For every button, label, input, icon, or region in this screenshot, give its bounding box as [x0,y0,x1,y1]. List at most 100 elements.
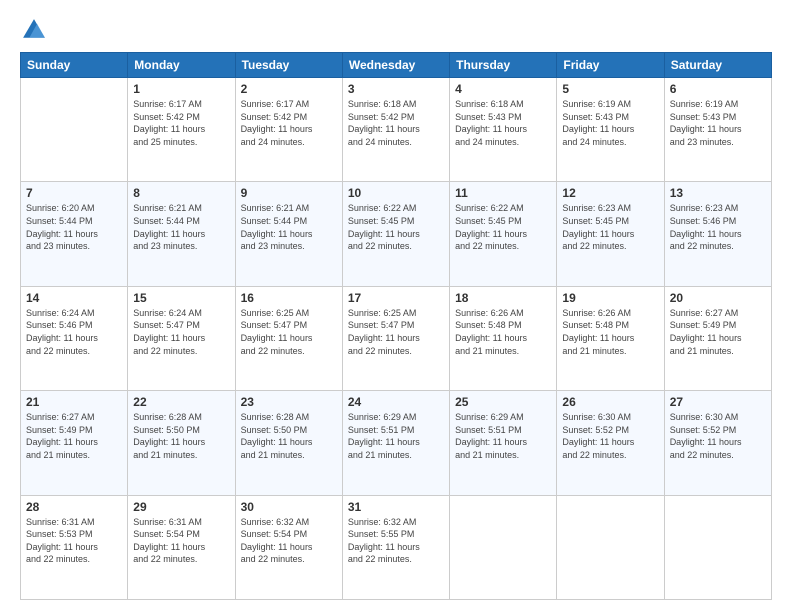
day-cell: 3 Sunrise: 6:18 AM Sunset: 5:42 PM Daylig… [342,78,449,182]
day-info: Sunrise: 6:28 AM Sunset: 5:50 PM Dayligh… [133,411,229,461]
weekday-sunday: Sunday [21,53,128,78]
day-cell [664,495,771,599]
day-info: Sunrise: 6:25 AM Sunset: 5:47 PM Dayligh… [348,307,444,357]
day-number: 29 [133,500,229,514]
day-number: 6 [670,82,766,96]
day-info: Sunrise: 6:22 AM Sunset: 5:45 PM Dayligh… [348,202,444,252]
day-info: Sunrise: 6:32 AM Sunset: 5:54 PM Dayligh… [241,516,337,566]
day-number: 19 [562,291,658,305]
day-number: 24 [348,395,444,409]
header [20,16,772,44]
day-cell: 17Sunrise: 6:25 AM Sunset: 5:47 PM Dayli… [342,286,449,390]
day-info: Sunrise: 6:17 AM Sunset: 5:42 PM Dayligh… [241,98,337,148]
day-cell: 1 Sunrise: 6:17 AM Sunset: 5:42 PM Daylig… [128,78,235,182]
day-info: Sunrise: 6:23 AM Sunset: 5:46 PM Dayligh… [670,202,766,252]
day-cell: 26 Sunrise: 6:30 AM Sunset: 5:52 PM Dayli… [557,391,664,495]
day-info: Sunrise: 6:21 AM Sunset: 5:44 PM Dayligh… [133,202,229,252]
week-row-2: 14Sunrise: 6:24 AM Sunset: 5:46 PM Dayli… [21,286,772,390]
day-cell: 20 Sunrise: 6:27 AM Sunset: 5:49 PM Dayli… [664,286,771,390]
week-row-4: 28 Sunrise: 6:31 AM Sunset: 5:53 PM Dayli… [21,495,772,599]
weekday-wednesday: Wednesday [342,53,449,78]
day-info: Sunrise: 6:23 AM Sunset: 5:45 PM Dayligh… [562,202,658,252]
day-info: Sunrise: 6:32 AM Sunset: 5:55 PM Dayligh… [348,516,444,566]
logo [20,16,52,44]
day-number: 20 [670,291,766,305]
day-info: Sunrise: 6:24 AM Sunset: 5:47 PM Dayligh… [133,307,229,357]
day-number: 13 [670,186,766,200]
day-cell: 18 Sunrise: 6:26 AM Sunset: 5:48 PM Dayli… [450,286,557,390]
day-number: 22 [133,395,229,409]
day-number: 8 [133,186,229,200]
day-info: Sunrise: 6:21 AM Sunset: 5:44 PM Dayligh… [241,202,337,252]
day-cell: 13 Sunrise: 6:23 AM Sunset: 5:46 PM Dayli… [664,182,771,286]
calendar-table: SundayMondayTuesdayWednesdayThursdayFrid… [20,52,772,600]
day-number: 16 [241,291,337,305]
day-cell: 7Sunrise: 6:20 AM Sunset: 5:44 PM Daylig… [21,182,128,286]
day-cell: 27 Sunrise: 6:30 AM Sunset: 5:52 PM Dayli… [664,391,771,495]
day-cell [557,495,664,599]
day-number: 2 [241,82,337,96]
day-cell: 25 Sunrise: 6:29 AM Sunset: 5:51 PM Dayli… [450,391,557,495]
day-cell: 22 Sunrise: 6:28 AM Sunset: 5:50 PM Dayli… [128,391,235,495]
weekday-saturday: Saturday [664,53,771,78]
day-cell: 23Sunrise: 6:28 AM Sunset: 5:50 PM Dayli… [235,391,342,495]
day-number: 25 [455,395,551,409]
day-cell: 16 Sunrise: 6:25 AM Sunset: 5:47 PM Dayli… [235,286,342,390]
day-cell: 15 Sunrise: 6:24 AM Sunset: 5:47 PM Dayli… [128,286,235,390]
day-number: 12 [562,186,658,200]
day-cell [450,495,557,599]
day-number: 14 [26,291,122,305]
day-info: Sunrise: 6:26 AM Sunset: 5:48 PM Dayligh… [455,307,551,357]
day-cell: 31 Sunrise: 6:32 AM Sunset: 5:55 PM Dayli… [342,495,449,599]
day-cell: 30Sunrise: 6:32 AM Sunset: 5:54 PM Dayli… [235,495,342,599]
weekday-header-row: SundayMondayTuesdayWednesdayThursdayFrid… [21,53,772,78]
week-row-3: 21Sunrise: 6:27 AM Sunset: 5:49 PM Dayli… [21,391,772,495]
day-number: 27 [670,395,766,409]
day-info: Sunrise: 6:22 AM Sunset: 5:45 PM Dayligh… [455,202,551,252]
day-info: Sunrise: 6:29 AM Sunset: 5:51 PM Dayligh… [348,411,444,461]
day-info: Sunrise: 6:31 AM Sunset: 5:54 PM Dayligh… [133,516,229,566]
day-info: Sunrise: 6:31 AM Sunset: 5:53 PM Dayligh… [26,516,122,566]
day-info: Sunrise: 6:26 AM Sunset: 5:48 PM Dayligh… [562,307,658,357]
week-row-0: 1 Sunrise: 6:17 AM Sunset: 5:42 PM Daylig… [21,78,772,182]
day-number: 11 [455,186,551,200]
day-cell: 11 Sunrise: 6:22 AM Sunset: 5:45 PM Dayli… [450,182,557,286]
day-info: Sunrise: 6:25 AM Sunset: 5:47 PM Dayligh… [241,307,337,357]
day-number: 1 [133,82,229,96]
day-number: 4 [455,82,551,96]
day-info: Sunrise: 6:18 AM Sunset: 5:42 PM Dayligh… [348,98,444,148]
day-number: 7 [26,186,122,200]
day-cell: 5 Sunrise: 6:19 AM Sunset: 5:43 PM Daylig… [557,78,664,182]
day-info: Sunrise: 6:29 AM Sunset: 5:51 PM Dayligh… [455,411,551,461]
day-number: 18 [455,291,551,305]
day-cell: 28 Sunrise: 6:31 AM Sunset: 5:53 PM Dayli… [21,495,128,599]
day-cell: 4 Sunrise: 6:18 AM Sunset: 5:43 PM Daylig… [450,78,557,182]
weekday-monday: Monday [128,53,235,78]
day-info: Sunrise: 6:30 AM Sunset: 5:52 PM Dayligh… [562,411,658,461]
day-cell: 12 Sunrise: 6:23 AM Sunset: 5:45 PM Dayli… [557,182,664,286]
day-cell: 2 Sunrise: 6:17 AM Sunset: 5:42 PM Daylig… [235,78,342,182]
day-cell [21,78,128,182]
day-cell: 24 Sunrise: 6:29 AM Sunset: 5:51 PM Dayli… [342,391,449,495]
day-info: Sunrise: 6:30 AM Sunset: 5:52 PM Dayligh… [670,411,766,461]
day-number: 31 [348,500,444,514]
day-number: 28 [26,500,122,514]
day-cell: 19 Sunrise: 6:26 AM Sunset: 5:48 PM Dayli… [557,286,664,390]
logo-icon [20,16,48,44]
day-info: Sunrise: 6:28 AM Sunset: 5:50 PM Dayligh… [241,411,337,461]
day-info: Sunrise: 6:19 AM Sunset: 5:43 PM Dayligh… [562,98,658,148]
day-cell: 29 Sunrise: 6:31 AM Sunset: 5:54 PM Dayli… [128,495,235,599]
day-number: 21 [26,395,122,409]
weekday-tuesday: Tuesday [235,53,342,78]
day-info: Sunrise: 6:27 AM Sunset: 5:49 PM Dayligh… [670,307,766,357]
day-info: Sunrise: 6:17 AM Sunset: 5:42 PM Dayligh… [133,98,229,148]
day-info: Sunrise: 6:18 AM Sunset: 5:43 PM Dayligh… [455,98,551,148]
day-number: 3 [348,82,444,96]
day-cell: 8 Sunrise: 6:21 AM Sunset: 5:44 PM Daylig… [128,182,235,286]
day-number: 5 [562,82,658,96]
day-cell: 14Sunrise: 6:24 AM Sunset: 5:46 PM Dayli… [21,286,128,390]
day-number: 9 [241,186,337,200]
day-number: 26 [562,395,658,409]
day-number: 15 [133,291,229,305]
page: SundayMondayTuesdayWednesdayThursdayFrid… [0,0,792,612]
